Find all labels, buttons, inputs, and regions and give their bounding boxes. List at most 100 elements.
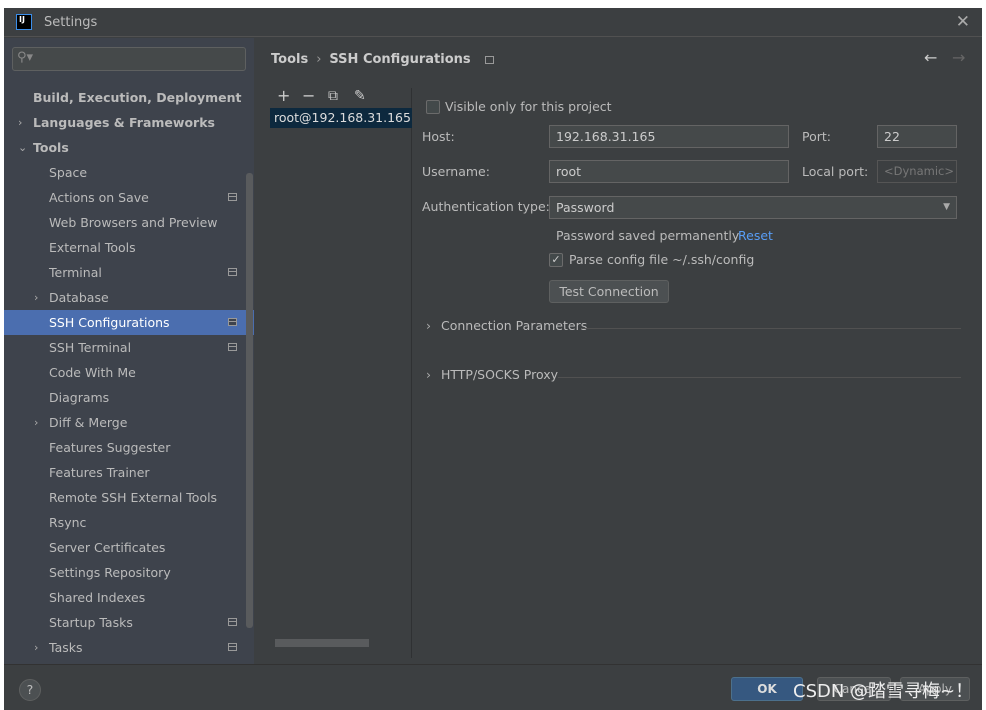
remove-icon[interactable]: − [302, 86, 315, 105]
sidebar-item-remote-ssh-external-tools[interactable]: Remote SSH External Tools [4, 485, 254, 510]
auth-type-select[interactable]: Password ▼ [549, 196, 957, 219]
forward-arrow-icon[interactable]: → [952, 48, 965, 67]
sidebar-item-label: Web Browsers and Preview [49, 215, 218, 230]
project-scope-icon [485, 55, 495, 64]
breadcrumb-separator: › [316, 52, 322, 67]
port-input[interactable]: 22 [877, 125, 957, 148]
connection-parameters-label: Connection Parameters [440, 318, 588, 333]
sidebar-item-shared-indexes[interactable]: Shared Indexes [4, 585, 254, 610]
chevron-down-icon[interactable]: ⌄ [18, 135, 27, 160]
sidebar-item-label: Diagrams [49, 390, 110, 405]
chevron-right-icon[interactable]: › [18, 110, 22, 135]
divider [558, 377, 961, 378]
help-button[interactable]: ? [19, 679, 41, 701]
proxy-section[interactable]: › HTTP/SOCKS Proxy [426, 367, 961, 387]
intellij-logo-icon: IJ [16, 14, 32, 30]
sidebar-item-features-trainer[interactable]: Features Trainer [4, 460, 254, 485]
sidebar-scrollbar[interactable] [246, 173, 253, 628]
copy-icon[interactable]: ⧉ [328, 88, 338, 104]
close-icon[interactable]: ✕ [956, 12, 970, 32]
password-saved-text: Password saved permanently [556, 228, 740, 243]
breadcrumb-parent[interactable]: Tools [271, 52, 308, 67]
sidebar-item-label: SSH Terminal [49, 340, 132, 355]
sidebar-item-tools[interactable]: ⌄ Tools [4, 135, 254, 160]
chevron-right-icon: › [426, 318, 431, 333]
settings-dialog: IJ Settings ✕ ⚲▾ Build, Execution, Deplo… [4, 8, 982, 710]
port-label: Port: [802, 129, 831, 144]
sidebar-item-server-certificates[interactable]: Server Certificates [4, 535, 254, 560]
title-bar: IJ Settings ✕ [4, 8, 982, 37]
back-arrow-icon[interactable]: ← [924, 48, 937, 67]
chevron-right-icon: › [426, 367, 431, 382]
add-icon[interactable]: + [277, 86, 290, 105]
cancel-button[interactable]: Cancel [817, 677, 891, 701]
sidebar-item-label: Actions on Save [49, 190, 149, 205]
ssh-config-entry[interactable]: root@192.168.31.165:22 [270, 108, 412, 128]
sidebar-item-web-browsers-and-preview[interactable]: Web Browsers and Preview [4, 210, 254, 235]
proxy-label: HTTP/SOCKS Proxy [440, 367, 559, 382]
ok-button[interactable]: OK [731, 677, 803, 701]
sidebar-item-label: External Tools [49, 240, 136, 255]
connection-parameters-section[interactable]: › Connection Parameters [426, 318, 961, 338]
chevron-right-icon[interactable]: › [34, 410, 38, 435]
sidebar-item-diagrams[interactable]: Diagrams [4, 385, 254, 410]
project-scope-icon [228, 268, 237, 276]
sidebar-item-label: Features Suggester [49, 440, 171, 455]
parse-config-checkbox[interactable]: ✓ [549, 253, 563, 267]
sidebar-item-startup-tasks[interactable]: Startup Tasks [4, 610, 254, 635]
sidebar-item-label: Startup Tasks [49, 615, 133, 630]
sidebar-item-diff-merge[interactable]: › Diff & Merge [4, 410, 254, 435]
sidebar-item-label: Database [49, 290, 109, 305]
window-title: Settings [44, 15, 98, 30]
local-port-label: Local port: [802, 164, 869, 179]
footer: ? OK Cancel Apply [4, 664, 982, 710]
sidebar-item-settings-repository[interactable]: Settings Repository [4, 560, 254, 585]
sidebar-item-label: Remote SSH External Tools [49, 490, 218, 505]
username-input[interactable]: root [549, 160, 789, 183]
sidebar-item-code-with-me[interactable]: Code With Me [4, 360, 254, 385]
sidebar-item-actions-on-save[interactable]: Actions on Save [4, 185, 254, 210]
sidebar-item-label: Tasks [49, 640, 83, 655]
project-scope-icon [228, 343, 237, 351]
sidebar-item-database[interactable]: › Database [4, 285, 254, 310]
sidebar-item-external-tools[interactable]: External Tools [4, 235, 254, 260]
breadcrumb: Tools › SSH Configurations [271, 52, 495, 67]
sidebar-item-label: Shared Indexes [49, 590, 146, 605]
edit-icon[interactable]: ✎ [354, 88, 366, 104]
host-label: Host: [422, 129, 455, 144]
sidebar-item-label: Code With Me [49, 365, 136, 380]
search-input[interactable]: ⚲▾ [12, 47, 246, 71]
sidebar-item-features-suggester[interactable]: Features Suggester [4, 435, 254, 460]
project-scope-icon [228, 318, 237, 326]
list-scrollbar[interactable] [275, 639, 369, 647]
sidebar-item-label: Rsync [49, 515, 87, 530]
sidebar-item-ssh-terminal[interactable]: SSH Terminal [4, 335, 254, 360]
sidebar-item-label: Space [49, 165, 88, 180]
sidebar-item-label: Diff & Merge [49, 415, 128, 430]
sidebar: ⚲▾ Build, Execution, Deployment › Language… [4, 38, 254, 664]
project-scope-icon [228, 618, 237, 626]
visible-only-checkbox[interactable] [426, 100, 440, 114]
sidebar-item-space[interactable]: Space [4, 160, 254, 185]
sidebar-item-label: Build, Execution, Deployment [33, 90, 242, 105]
sidebar-item-label: Features Trainer [49, 465, 150, 480]
sidebar-item-languages-frameworks[interactable]: › Languages & Frameworks [4, 110, 254, 135]
reset-link[interactable]: Reset [738, 228, 773, 243]
ssh-config-list: + − ⧉ ✎ root@192.168.31.165:22 [270, 86, 412, 658]
sidebar-item-label: Tools [33, 140, 69, 155]
dropdown-arrow-icon: ▼ [943, 202, 950, 212]
test-connection-button[interactable]: Test Connection [549, 280, 669, 303]
chevron-right-icon[interactable]: › [34, 285, 38, 310]
sidebar-item-tasks[interactable]: › Tasks [4, 635, 254, 660]
apply-button[interactable]: Apply [900, 677, 970, 701]
sidebar-item-terminal[interactable]: Terminal [4, 260, 254, 285]
host-input[interactable]: 192.168.31.165 [549, 125, 789, 148]
sidebar-item-build-execution-deployment[interactable]: Build, Execution, Deployment [4, 85, 254, 110]
auth-type-value: Password [556, 200, 615, 215]
local-port-input[interactable]: <Dynamic> [877, 160, 957, 183]
chevron-right-icon[interactable]: › [34, 635, 38, 660]
sidebar-item-rsync[interactable]: Rsync [4, 510, 254, 535]
sidebar-item-label: SSH Configurations [49, 315, 170, 330]
sidebar-item-ssh-configurations[interactable]: SSH Configurations [4, 310, 254, 335]
sidebar-item-label: Languages & Frameworks [33, 115, 215, 130]
